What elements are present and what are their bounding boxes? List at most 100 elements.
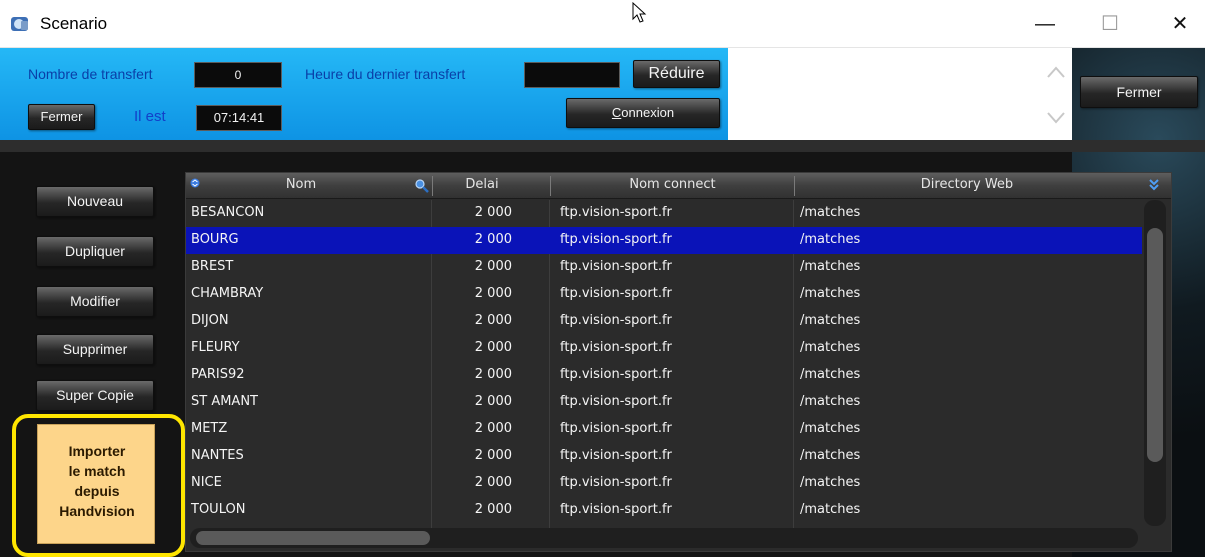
table-header: Nom Delai Nom connect Directory Web	[186, 173, 1171, 199]
column-header-delai[interactable]: Delai	[442, 177, 522, 192]
cell-directory-web: /matches	[800, 367, 861, 382]
close-button[interactable]: ✕	[1168, 12, 1192, 36]
table-row[interactable]: METZ 2 000 ftp.vision-sport.fr/matches	[186, 416, 1142, 443]
cell-nom-connect: ftp.vision-sport.fr	[560, 286, 672, 301]
cell-directory-web: /matches	[800, 421, 861, 436]
table-body: BESANCON 2 000 ftp.vision-sport.fr/matches…	[186, 200, 1142, 528]
cell-directory-web: /matches	[800, 205, 861, 220]
cell-directory-web: /matches	[800, 232, 861, 247]
table-row[interactable]: CHAMBRAY 2 000 ftp.vision-sport.fr/matches	[186, 281, 1142, 308]
cell-delai: 2 000	[474, 475, 512, 490]
title-bar: Scenario — ☐ ✕	[0, 0, 1205, 48]
import-handvision-label: Importer le match depuis Handvision	[59, 443, 135, 519]
connexion-button[interactable]: Connexion	[566, 98, 720, 128]
cell-directory-web: /matches	[800, 502, 861, 517]
cell-directory-web: /matches	[800, 394, 861, 409]
table-row[interactable]: NANTES 2 000 ftp.vision-sport.fr/matches	[186, 443, 1142, 470]
cell-nom: NANTES	[191, 448, 244, 463]
cell-directory-web: /matches	[800, 313, 861, 328]
cell-delai: 2 000	[474, 340, 512, 355]
cell-nom-connect: ftp.vision-sport.fr	[560, 475, 672, 490]
cell-directory-web: /matches	[800, 448, 861, 463]
cell-delai: 2 000	[474, 448, 512, 463]
horizontal-scrollbar-thumb[interactable]	[196, 531, 430, 545]
nombre-transfert-value: 0	[194, 62, 282, 88]
column-header-directory-web[interactable]: Directory Web	[794, 177, 1140, 192]
cell-delai: 2 000	[474, 367, 512, 382]
table-row[interactable]: ST AMANT 2 000 ftp.vision-sport.fr/matches	[186, 389, 1142, 416]
cell-delai: 2 000	[474, 205, 512, 220]
cell-directory-web: /matches	[800, 475, 861, 490]
window-title: Scenario	[40, 14, 108, 33]
table-row[interactable]: NICE 2 000 ftp.vision-sport.fr/matches	[186, 470, 1142, 497]
nouveau-button[interactable]: Nouveau	[36, 186, 154, 217]
cell-delai: 2 000	[474, 421, 512, 436]
cell-delai: 2 000	[474, 286, 512, 301]
cell-delai: 2 000	[474, 259, 512, 274]
table-row[interactable]: FLEURY 2 000 ftp.vision-sport.fr/matches	[186, 335, 1142, 362]
app-icon	[11, 17, 28, 31]
supprimer-button[interactable]: Supprimer	[36, 334, 154, 365]
column-header-nom-connect[interactable]: Nom connect	[550, 177, 795, 192]
cell-directory-web: /matches	[800, 259, 861, 274]
cell-nom: ST AMANT	[191, 394, 258, 409]
dupliquer-button[interactable]: Dupliquer	[36, 236, 154, 267]
cell-nom: FLEURY	[191, 340, 240, 355]
cell-nom-connect: ftp.vision-sport.fr	[560, 502, 672, 517]
cell-nom-connect: ftp.vision-sport.fr	[560, 394, 672, 409]
main-top-stripe	[0, 140, 1205, 152]
cell-nom-connect: ftp.vision-sport.fr	[560, 367, 672, 382]
cell-nom-connect: ftp.vision-sport.fr	[560, 205, 672, 220]
super-copie-button[interactable]: Super Copie	[36, 380, 154, 411]
cell-delai: 2 000	[474, 232, 512, 247]
table-row[interactable]: DIJON 2 000 ftp.vision-sport.fr/matches	[186, 308, 1142, 335]
panel-scroll-area	[728, 48, 1072, 140]
fermer-button-top[interactable]: Fermer	[28, 104, 95, 130]
chevron-up-icon[interactable]	[1045, 62, 1067, 84]
table-row[interactable]: BOURG 2 000 ftp.vision-sport.fr/matches	[186, 227, 1142, 254]
heure-dernier-transfert-label: Heure du dernier transfert	[305, 66, 466, 82]
cell-directory-web: /matches	[800, 340, 861, 355]
heure-dernier-transfert-value	[524, 62, 620, 88]
cell-directory-web: /matches	[800, 286, 861, 301]
mouse-cursor-icon	[632, 2, 647, 23]
table-row[interactable]: BREST 2 000 ftp.vision-sport.fr/matches	[186, 254, 1142, 281]
cell-delai: 2 000	[474, 313, 512, 328]
table-row[interactable]: TOULON 2 000 ftp.vision-sport.fr/matches	[186, 497, 1142, 524]
cell-nom: CHAMBRAY	[191, 286, 264, 301]
cell-nom: METZ	[191, 421, 228, 436]
minimize-button[interactable]: —	[1033, 12, 1057, 36]
cell-nom-connect: ftp.vision-sport.fr	[560, 259, 672, 274]
header-divider	[432, 176, 433, 196]
cell-nom: BESANCON	[191, 205, 265, 220]
cell-nom-connect: ftp.vision-sport.fr	[560, 232, 672, 247]
chevron-down-icon[interactable]	[1045, 106, 1067, 128]
cell-nom: PARIS92	[191, 367, 245, 382]
fermer-button-right[interactable]: Fermer	[1080, 76, 1198, 108]
current-time-value: 07:14:41	[196, 105, 282, 131]
reduire-button[interactable]: Réduire	[633, 60, 720, 88]
cell-nom: BREST	[191, 259, 234, 274]
cell-nom-connect: ftp.vision-sport.fr	[560, 448, 672, 463]
nombre-transfert-label: Nombre de transfert	[28, 66, 153, 82]
maximize-button[interactable]: ☐	[1098, 12, 1122, 36]
import-handvision-button[interactable]: Importer le match depuis Handvision	[37, 424, 155, 544]
search-icon[interactable]	[414, 178, 430, 194]
cell-nom: TOULON	[191, 502, 246, 517]
table-row[interactable]: BESANCON 2 000 ftp.vision-sport.fr/matches	[186, 200, 1142, 227]
cell-nom: BOURG	[191, 232, 239, 247]
sort-icon[interactable]	[190, 178, 200, 188]
column-header-nom[interactable]: Nom	[246, 177, 356, 192]
scroll-down-icon[interactable]	[1148, 178, 1160, 192]
cell-nom-connect: ftp.vision-sport.fr	[560, 340, 672, 355]
cell-nom-connect: ftp.vision-sport.fr	[560, 421, 672, 436]
table-row[interactable]: PARIS92 2 000 ftp.vision-sport.fr/matches	[186, 362, 1142, 389]
cell-nom: DIJON	[191, 313, 229, 328]
cell-delai: 2 000	[474, 502, 512, 517]
il-est-label: Il est	[134, 108, 166, 125]
cell-nom-connect: ftp.vision-sport.fr	[560, 313, 672, 328]
vertical-scrollbar-thumb[interactable]	[1147, 228, 1163, 462]
transfer-panel: Nombre de transfert 0 Heure du dernier t…	[0, 48, 728, 140]
cell-delai: 2 000	[474, 394, 512, 409]
modifier-button[interactable]: Modifier	[36, 286, 154, 317]
